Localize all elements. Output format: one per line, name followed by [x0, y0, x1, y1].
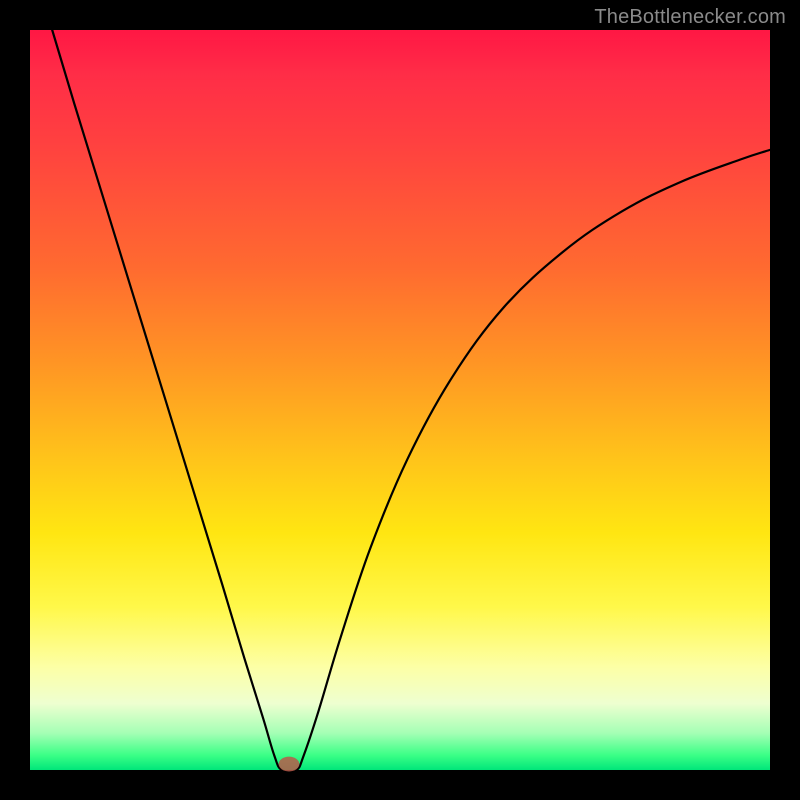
current-config-marker: [279, 757, 300, 772]
chart-frame: TheBottlenecker.com: [0, 0, 800, 800]
plot-svg: [30, 30, 770, 770]
plot-area: [30, 30, 770, 770]
bottleneck-curve: [52, 30, 770, 772]
watermark-text: TheBottlenecker.com: [594, 6, 786, 29]
